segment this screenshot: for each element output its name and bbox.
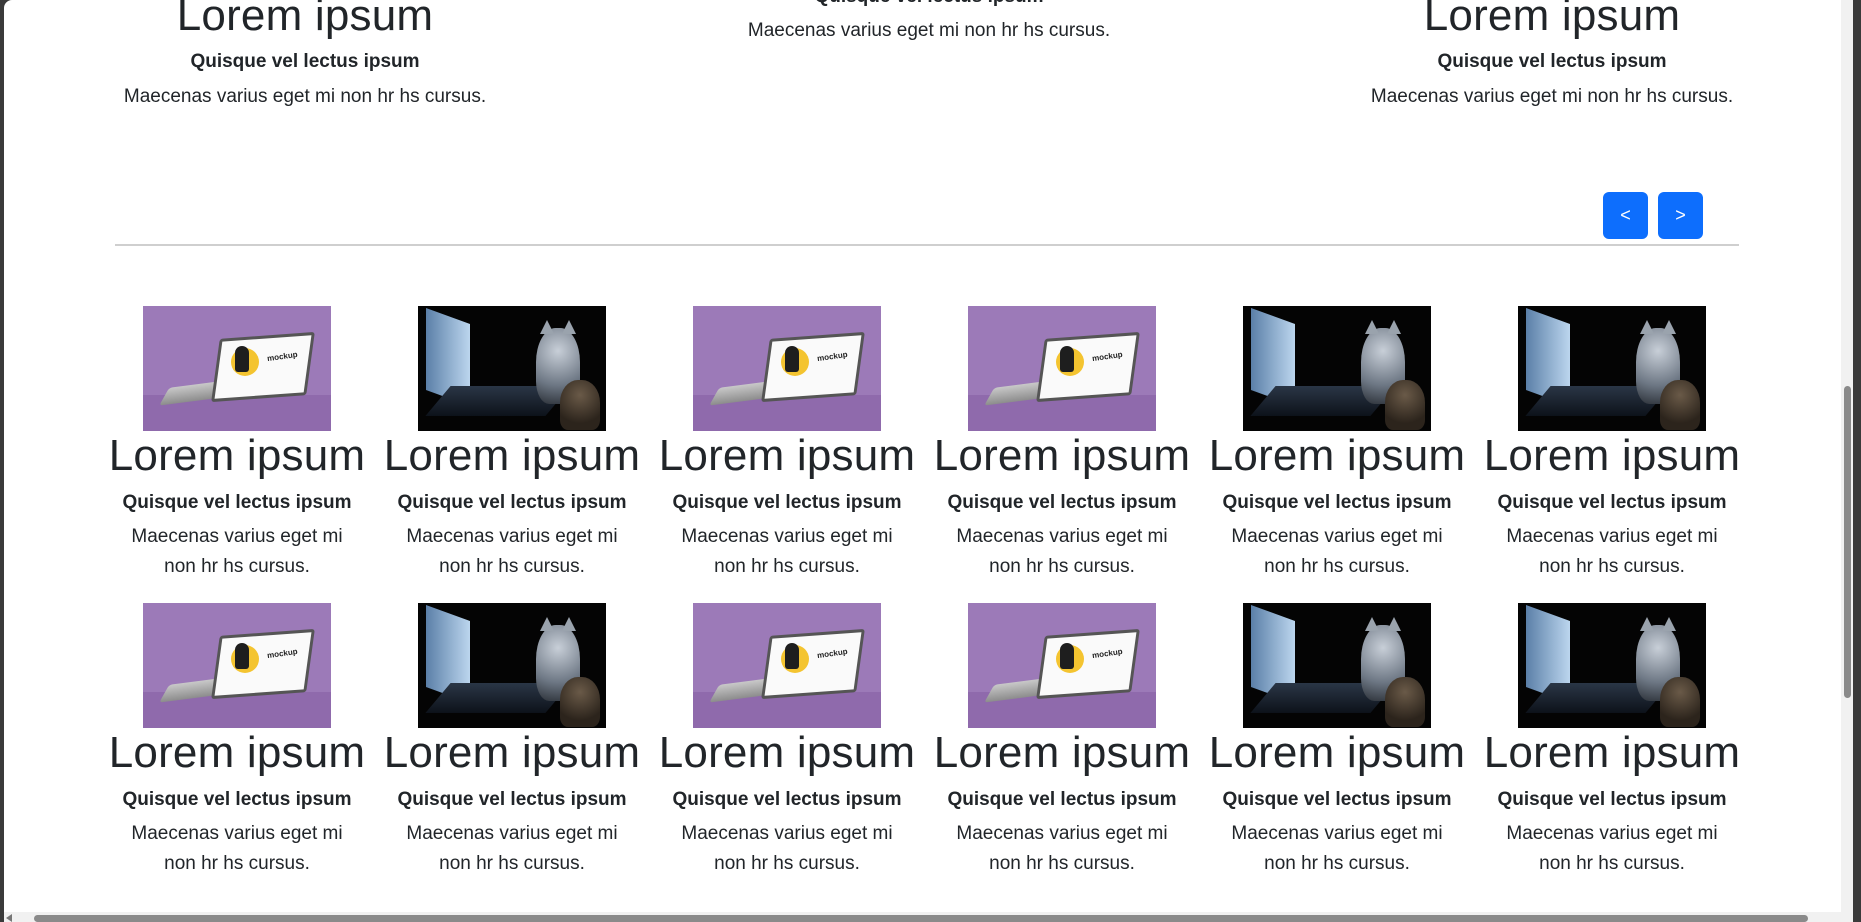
product-card: Lorem ipsum Quisque vel lectus ipsum Mae… — [377, 306, 647, 582]
card-title: Lorem ipsum — [933, 431, 1191, 480]
cat-laptop-image — [1518, 603, 1706, 728]
horizontal-scrollbar-thumb[interactable] — [34, 915, 1808, 922]
cat-laptop-image — [1243, 603, 1431, 728]
card-text: Maecenas varius eget mi non hr hs cursus… — [956, 822, 1168, 874]
product-card: mockup Lorem ipsum Quisque vel lectus ip… — [102, 603, 372, 879]
card-subtitle: Quisque vel lectus ipsum — [1497, 789, 1727, 810]
laptop-mockup-image: mockup — [693, 603, 881, 728]
vertical-scrollbar[interactable] — [1841, 0, 1853, 912]
product-card: mockup Lorem ipsum Quisque vel lectus ip… — [652, 306, 922, 582]
browser-page: Lorem ipsum Quisque vel lectus ipsum Mae… — [4, 0, 1853, 922]
card-text: Maecenas varius eget mi non hr hs cursus… — [747, 19, 1111, 41]
card-subtitle: Quisque vel lectus ipsum — [1222, 789, 1452, 810]
card-text: Maecenas varius eget mi non hr hs cursus… — [956, 525, 1168, 577]
product-card: Lorem ipsum Quisque vel lectus ipsum Mae… — [1202, 603, 1472, 879]
card-title: Lorem ipsum — [1483, 431, 1741, 480]
carousel-card: Quisque vel lectus ipsum Maecenas varius… — [724, 0, 1134, 46]
chevron-left-icon: < — [1620, 205, 1631, 225]
card-subtitle: Quisque vel lectus ipsum — [397, 789, 627, 810]
card-title: Lorem ipsum — [1208, 431, 1466, 480]
card-text: Maecenas varius eget mi non hr hs cursus… — [1231, 525, 1443, 577]
product-card: mockup Lorem ipsum Quisque vel lectus ip… — [927, 306, 1197, 582]
horizontal-scrollbar[interactable] — [4, 912, 1853, 922]
card-subtitle: Quisque vel lectus ipsum — [122, 492, 352, 513]
card-title: Lorem ipsum — [176, 0, 434, 40]
card-subtitle: Quisque vel lectus ipsum — [190, 51, 420, 72]
card-text: Maecenas varius eget mi non hr hs cursus… — [406, 525, 618, 577]
laptop-mockup-image: mockup — [143, 603, 331, 728]
section-divider — [115, 244, 1739, 246]
card-text: Maecenas varius eget mi non hr hs cursus… — [131, 822, 343, 874]
card-title: Lorem ipsum — [108, 728, 366, 777]
card-text: Maecenas varius eget mi non hr hs cursus… — [681, 822, 893, 874]
carousel-next-button[interactable]: > — [1658, 192, 1703, 239]
card-text: Maecenas varius eget mi non hr hs cursus… — [131, 525, 343, 577]
card-subtitle: Quisque vel lectus ipsum — [947, 492, 1177, 513]
card-title: Lorem ipsum — [1423, 0, 1681, 40]
card-subtitle: Quisque vel lectus ipsum — [397, 492, 627, 513]
card-title: Lorem ipsum — [108, 431, 366, 480]
product-card: mockup Lorem ipsum Quisque vel lectus ip… — [652, 603, 922, 879]
cat-laptop-image — [1518, 306, 1706, 431]
product-card: mockup Lorem ipsum Quisque vel lectus ip… — [927, 603, 1197, 879]
card-title: Lorem ipsum — [1483, 728, 1741, 777]
vertical-scrollbar-thumb[interactable] — [1844, 386, 1851, 698]
product-card: Lorem ipsum Quisque vel lectus ipsum Mae… — [377, 603, 647, 879]
card-subtitle: Quisque vel lectus ipsum — [1437, 51, 1667, 72]
card-title: Lorem ipsum — [383, 431, 641, 480]
card-subtitle: Quisque vel lectus ipsum — [1222, 492, 1452, 513]
card-title: Lorem ipsum — [658, 431, 916, 480]
product-card: Lorem ipsum Quisque vel lectus ipsum Mae… — [1202, 306, 1472, 582]
card-text: Maecenas varius eget mi non hr hs cursus… — [1231, 822, 1443, 874]
carousel-card: Lorem ipsum Quisque vel lectus ipsum Mae… — [1362, 0, 1742, 112]
card-subtitle: Quisque vel lectus ipsum — [1497, 492, 1727, 513]
page-viewport: Lorem ipsum Quisque vel lectus ipsum Mae… — [4, 0, 1849, 912]
card-title: Lorem ipsum — [933, 728, 1191, 777]
cat-laptop-image — [418, 306, 606, 431]
card-title: Lorem ipsum — [658, 728, 916, 777]
cat-laptop-image — [1243, 306, 1431, 431]
product-card: Lorem ipsum Quisque vel lectus ipsum Mae… — [1477, 603, 1747, 879]
laptop-mockup-image: mockup — [968, 603, 1156, 728]
product-card: mockup Lorem ipsum Quisque vel lectus ip… — [102, 306, 372, 582]
chevron-right-icon: > — [1675, 205, 1686, 225]
card-text: Maecenas varius eget mi non hr hs cursus… — [123, 85, 487, 107]
card-text: Maecenas varius eget mi non hr hs cursus… — [1506, 822, 1718, 874]
laptop-mockup-image: mockup — [968, 306, 1156, 431]
card-text: Maecenas varius eget mi non hr hs cursus… — [681, 525, 893, 577]
carousel-prev-button[interactable]: < — [1603, 192, 1648, 239]
cat-laptop-image — [418, 603, 606, 728]
card-title: Lorem ipsum — [1208, 728, 1466, 777]
card-subtitle: Quisque vel lectus ipsum — [672, 789, 902, 810]
card-subtitle: Quisque vel lectus ipsum — [724, 0, 1134, 9]
card-text: Maecenas varius eget mi non hr hs cursus… — [1506, 525, 1718, 577]
carousel-card: Lorem ipsum Quisque vel lectus ipsum Mae… — [115, 0, 495, 112]
card-subtitle: Quisque vel lectus ipsum — [672, 492, 902, 513]
laptop-mockup-image: mockup — [693, 306, 881, 431]
laptop-mockup-image: mockup — [143, 306, 331, 431]
card-text: Maecenas varius eget mi non hr hs cursus… — [406, 822, 618, 874]
card-title: Lorem ipsum — [383, 728, 641, 777]
product-card: Lorem ipsum Quisque vel lectus ipsum Mae… — [1477, 306, 1747, 582]
card-subtitle: Quisque vel lectus ipsum — [947, 789, 1177, 810]
card-text: Maecenas varius eget mi non hr hs cursus… — [1370, 85, 1734, 107]
card-subtitle: Quisque vel lectus ipsum — [122, 789, 352, 810]
scroll-left-icon[interactable] — [6, 914, 12, 922]
